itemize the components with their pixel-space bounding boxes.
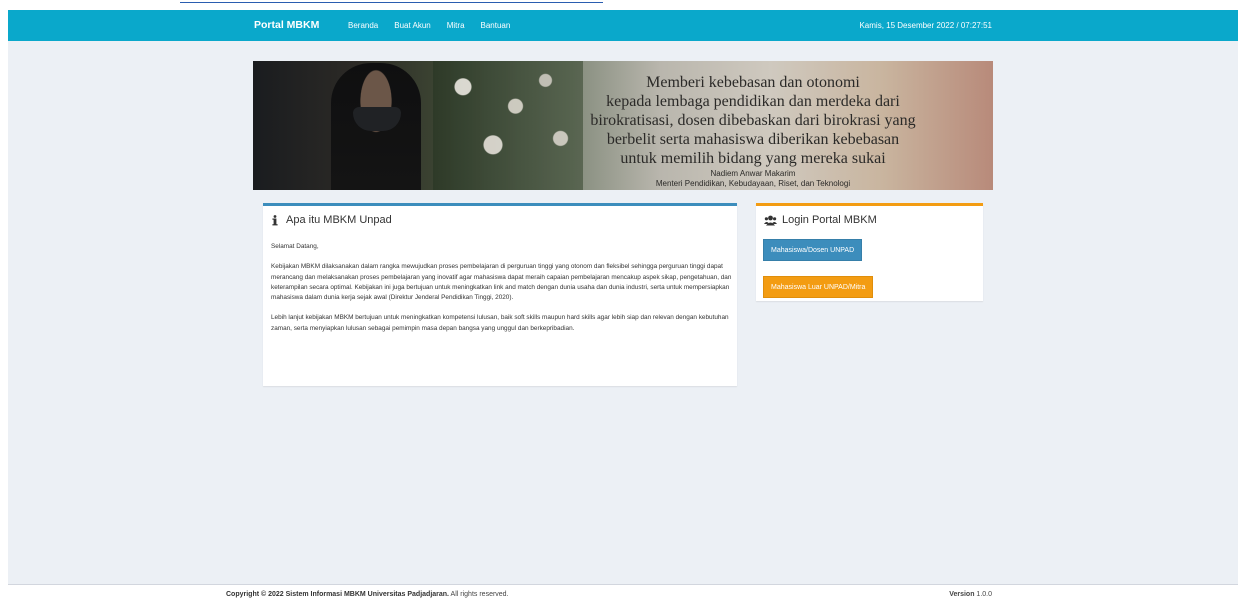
quote-banner: Memberi kebebasan dan otonomi kepada lem… <box>253 61 993 190</box>
quote-author: Nadiem Anwar Makarim <box>710 169 796 178</box>
nav-link-bantuan[interactable]: Bantuan <box>481 10 511 41</box>
copyright-suffix: All rights reserved. <box>449 591 509 598</box>
quote-author-role: Menteri Pendidikan, Kebudayaan, Riset, d… <box>655 179 851 188</box>
quote-line: Memberi kebebasan dan otonomi <box>646 74 860 91</box>
brand-logo[interactable]: Portal MBKM <box>254 10 319 41</box>
quote-line: untuk memilih bidang yang mereka sukai <box>620 150 886 167</box>
login-unpad-button[interactable]: Mahasiswa/Dosen UNPAD <box>763 239 863 261</box>
copyright-text: Copyright © 2022 Sistem Informasi MBKM U… <box>226 591 449 598</box>
banner-quote: Memberi kebebasan dan otonomi kepada lem… <box>533 73 973 168</box>
top-link-underline <box>180 2 603 3</box>
nav-link-beranda[interactable]: Beranda <box>348 10 378 41</box>
info-card-body: Selamat Datang, Kebijakan MBKM dilaksana… <box>271 242 733 344</box>
version-label: Version <box>949 591 975 598</box>
greeting-text: Selamat Datang, <box>271 243 319 250</box>
navbar: Portal MBKM Beranda Buat Akun Mitra Bant… <box>8 10 1238 41</box>
info-card: Apa itu MBKM Unpad Selamat Datang, Kebij… <box>263 203 737 386</box>
nav-link-buat-akun[interactable]: Buat Akun <box>394 10 430 41</box>
info-paragraph-1: Kebijakan MBKM dilaksanakan dalam rangka… <box>271 263 732 302</box>
login-card: Login Portal MBKM Mahasiswa/Dosen UNPAD … <box>756 203 983 301</box>
nav-menu: Beranda Buat Akun Mitra Bantuan <box>348 10 510 41</box>
info-paragraph-2: Lebih lanjut kebijakan MBKM bertujuan un… <box>271 314 729 332</box>
nav-link-mitra[interactable]: Mitra <box>447 10 465 41</box>
footer: Copyright © 2022 Sistem Informasi MBKM U… <box>8 584 1238 605</box>
banner-face-mask <box>353 107 401 131</box>
footer-copyright: Copyright © 2022 Sistem Informasi MBKM U… <box>226 591 509 598</box>
info-card-title: Apa itu MBKM Unpad <box>286 214 392 226</box>
datetime-display: Kamis, 15 Desember 2022 / 07:27:51 <box>859 21 992 30</box>
quote-line: birokratisasi, dosen dibebaskan dari bir… <box>590 112 916 129</box>
version-value: 1.0.0 <box>974 591 992 598</box>
info-icon <box>271 214 281 226</box>
quote-line: kepada lembaga pendidikan dan merdeka da… <box>606 93 900 110</box>
users-icon <box>764 215 777 226</box>
login-card-title: Login Portal MBKM <box>782 214 877 226</box>
footer-version: Version 1.0.0 <box>949 591 992 598</box>
login-external-button[interactable]: Mahasiswa Luar UNPAD/Mitra <box>763 276 874 298</box>
quote-line: berbelit serta mahasiswa diberikan kebeb… <box>606 131 900 148</box>
login-card-header: Login Portal MBKM <box>764 214 877 226</box>
info-card-header: Apa itu MBKM Unpad <box>271 214 392 226</box>
